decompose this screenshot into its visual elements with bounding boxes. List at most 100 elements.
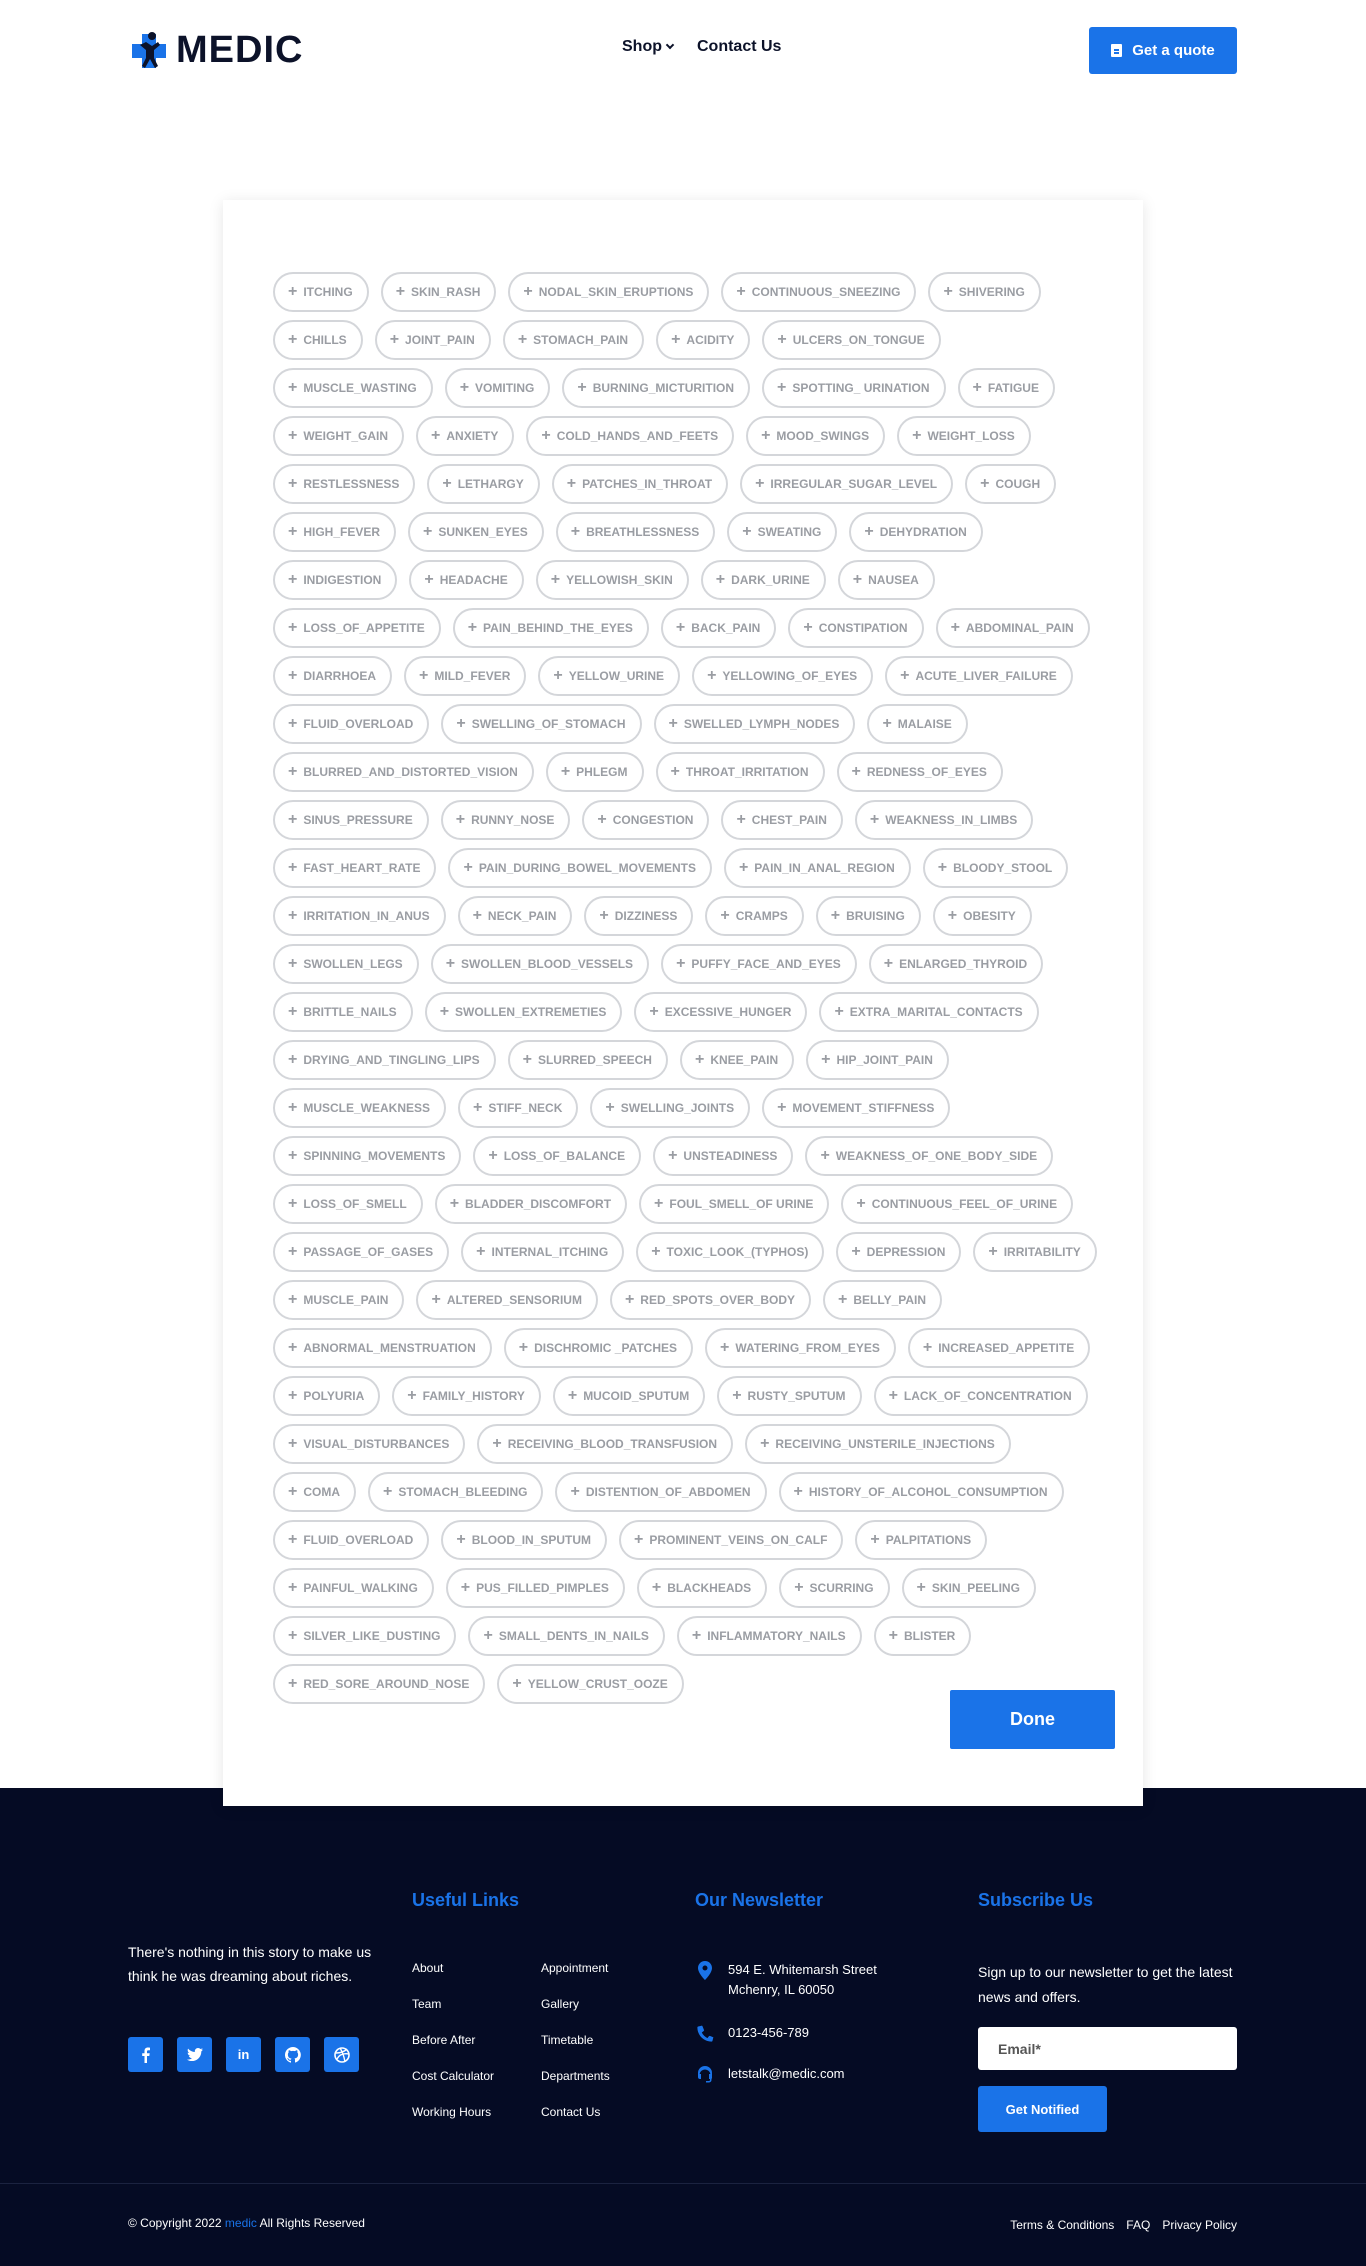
symptom-chip[interactable]: + RED_SORE_AROUND_NOSE <box>273 1664 486 1704</box>
symptom-chip[interactable]: + RESTLESSNESS <box>273 464 416 504</box>
symptom-chip[interactable]: + ANXIETY <box>416 416 515 456</box>
symptom-chip[interactable]: + VISUAL_DISTURBANCES <box>273 1424 466 1464</box>
symptom-chip[interactable]: + ABDOMINAL_PAIN <box>935 608 1090 648</box>
copyright-brand-link[interactable]: medic <box>225 2216 257 2230</box>
symptom-chip[interactable]: + BRUISING <box>815 896 921 936</box>
symptom-chip[interactable]: + INTERNAL_ITCHING <box>461 1232 625 1272</box>
symptom-chip[interactable]: + CRAMPS <box>705 896 804 936</box>
symptom-chip[interactable]: + SWOLLEN_LEGS <box>273 944 419 984</box>
symptom-chip[interactable]: + CHEST_PAIN <box>721 800 843 840</box>
symptom-chip[interactable]: + BLACKHEADS <box>636 1568 768 1608</box>
dribbble-icon[interactable] <box>324 2037 359 2072</box>
symptom-chip[interactable]: + ACIDITY <box>656 320 751 360</box>
symptom-chip[interactable]: + YELLOW_CRUST_OOZE <box>497 1664 684 1704</box>
email-text[interactable]: letstalk@medic.com <box>728 2064 845 2084</box>
footer-link-about[interactable]: About <box>412 1960 494 1977</box>
symptom-chip[interactable]: + ALTERED_SENSORIUM <box>416 1280 598 1320</box>
symptom-chip[interactable]: + CONGESTION <box>582 800 710 840</box>
symptom-chip[interactable]: + KNEE_PAIN <box>679 1040 795 1080</box>
symptom-chip[interactable]: + COUGH <box>965 464 1057 504</box>
symptom-chip[interactable]: + SWELLING_JOINTS <box>590 1088 751 1128</box>
symptom-chip[interactable]: + FOUL_SMELL_OF URINE <box>639 1184 830 1224</box>
symptom-chip[interactable]: + INFLAMMATORY_NAILS <box>676 1616 862 1656</box>
footer-link-departments[interactable]: Departments <box>541 2068 610 2085</box>
symptom-chip[interactable]: + SPOTTING_ URINATION <box>762 368 946 408</box>
symptom-chip[interactable]: + PATCHES_IN_THROAT <box>551 464 729 504</box>
privacy-policy-link[interactable]: Privacy Policy <box>1162 2217 1237 2234</box>
symptom-chip[interactable]: + MILD_FEVER <box>404 656 527 696</box>
symptom-chip[interactable]: + YELLOW_URINE <box>538 656 681 696</box>
symptom-chip[interactable]: + BLOODY_STOOL <box>922 848 1069 888</box>
symptom-chip[interactable]: + BLADDER_DISCOMFORT <box>434 1184 628 1224</box>
symptom-chip[interactable]: + RUSTY_SPUTUM <box>717 1376 862 1416</box>
symptom-chip[interactable]: + DRYING_AND_TINGLING_LIPS <box>273 1040 496 1080</box>
symptom-chip[interactable]: + WEAKNESS_IN_LIMBS <box>854 800 1034 840</box>
symptom-chip[interactable]: + DIZZINESS <box>584 896 694 936</box>
symptom-chip[interactable]: + BLISTER <box>873 1616 972 1656</box>
symptom-chip[interactable]: + TOXIC_LOOK_(TYPHOS) <box>636 1232 825 1272</box>
symptom-chip[interactable]: + SUNKEN_EYES <box>408 512 544 552</box>
symptom-chip[interactable]: + FAMILY_HISTORY <box>392 1376 541 1416</box>
symptom-chip[interactable]: + DIARRHOEA <box>273 656 393 696</box>
symptom-chip[interactable]: + SWEATING <box>727 512 838 552</box>
symptom-chip[interactable]: + HIP_JOINT_PAIN <box>806 1040 949 1080</box>
symptom-chip[interactable]: + BREATHLESSNESS <box>555 512 716 552</box>
symptom-chip[interactable]: + DARK_URINE <box>700 560 826 600</box>
symptom-chip[interactable]: + ENLARGED_THYROID <box>868 944 1044 984</box>
symptom-chip[interactable]: + COLD_HANDS_AND_FEETS <box>526 416 735 456</box>
symptom-chip[interactable]: + POLYURIA <box>273 1376 381 1416</box>
symptom-chip[interactable]: + NODAL_SKIN_ERUPTIONS <box>508 272 710 312</box>
symptom-chip[interactable]: + SINUS_PRESSURE <box>273 800 429 840</box>
symptom-chip[interactable]: + FLUID_OVERLOAD <box>273 1520 430 1560</box>
symptom-chip[interactable]: + FAST_HEART_RATE <box>273 848 437 888</box>
symptom-chip[interactable]: + BLURRED_AND_DISTORTED_VISION <box>273 752 534 792</box>
symptom-chip[interactable]: + STIFF_NECK <box>458 1088 579 1128</box>
symptom-chip[interactable]: + SCURRING <box>779 1568 890 1608</box>
symptom-chip[interactable]: + HISTORY_OF_ALCOHOL_CONSUMPTION <box>778 1472 1064 1512</box>
symptom-chip[interactable]: + YELLOWING_OF_EYES <box>692 656 874 696</box>
footer-link-working-hours[interactable]: Working Hours <box>412 2104 494 2121</box>
symptom-chip[interactable]: + FATIGUE <box>957 368 1055 408</box>
symptom-chip[interactable]: + SILVER_LIKE_DUSTING <box>273 1616 457 1656</box>
symptom-chip[interactable]: + IRRITATION_IN_ANUS <box>273 896 446 936</box>
symptom-chip[interactable]: + MUSCLE_WEAKNESS <box>273 1088 447 1128</box>
symptom-chip[interactable]: + MALAISE <box>867 704 968 744</box>
symptom-chip[interactable]: + UNSTEADINESS <box>653 1136 794 1176</box>
get-notified-button[interactable]: Get Notified <box>978 2086 1107 2132</box>
footer-link-gallery[interactable]: Gallery <box>541 1996 610 2013</box>
symptom-chip[interactable]: + VOMITING <box>444 368 551 408</box>
symptom-chip[interactable]: + SMALL_DENTS_IN_NAILS <box>468 1616 665 1656</box>
done-button[interactable]: Done <box>950 1690 1115 1749</box>
symptom-chip[interactable]: + COMA <box>273 1472 357 1512</box>
symptom-chip[interactable]: + SWELLING_OF_STOMACH <box>441 704 642 744</box>
symptom-chip[interactable]: + PUS_FILLED_PIMPLES <box>445 1568 625 1608</box>
symptom-chip[interactable]: + MUSCLE_WASTING <box>273 368 433 408</box>
email-field[interactable] <box>978 2027 1237 2070</box>
symptom-chip[interactable]: + PALPITATIONS <box>855 1520 988 1560</box>
logo[interactable]: MEDIC <box>128 28 303 72</box>
symptom-chip[interactable]: + IRRITABILITY <box>973 1232 1097 1272</box>
symptom-chip[interactable]: + FLUID_OVERLOAD <box>273 704 430 744</box>
symptom-chip[interactable]: + YELLOWISH_SKIN <box>535 560 689 600</box>
symptom-chip[interactable]: + SLURRED_SPEECH <box>507 1040 668 1080</box>
symptom-chip[interactable]: + LACK_OF_CONCENTRATION <box>873 1376 1088 1416</box>
nav-shop[interactable]: Shop <box>622 38 675 56</box>
footer-link-cost-calculator[interactable]: Cost Calculator <box>412 2068 494 2085</box>
symptom-chip[interactable]: + CONTINUOUS_FEEL_OF_URINE <box>841 1184 1074 1224</box>
symptom-chip[interactable]: + DEPRESSION <box>836 1232 962 1272</box>
symptom-chip[interactable]: + LOSS_OF_APPETITE <box>273 608 441 648</box>
symptom-chip[interactable]: + MUCOID_SPUTUM <box>552 1376 706 1416</box>
symptom-chip[interactable]: + CONTINUOUS_SNEEZING <box>721 272 917 312</box>
symptom-chip[interactable]: + WEIGHT_GAIN <box>273 416 405 456</box>
symptom-chip[interactable]: + PROMINENT_VEINS_ON_CALF <box>619 1520 844 1560</box>
symptom-chip[interactable]: + BLOOD_IN_SPUTUM <box>441 1520 608 1560</box>
symptom-chip[interactable]: + SWELLED_LYMPH_NODES <box>653 704 856 744</box>
symptom-chip[interactable]: + RECEIVING_BLOOD_TRANSFUSION <box>477 1424 734 1464</box>
get-a-quote-button[interactable]: Get a quote <box>1089 27 1237 74</box>
symptom-chip[interactable]: + LOSS_OF_BALANCE <box>473 1136 642 1176</box>
symptom-chip[interactable]: + NAUSEA <box>837 560 935 600</box>
nav-contact-us[interactable]: Contact Us <box>697 38 781 56</box>
footer-link-before-after[interactable]: Before After <box>412 2032 494 2049</box>
symptom-chip[interactable]: + PAINFUL_WALKING <box>273 1568 434 1608</box>
symptom-chip[interactable]: + PAIN_BEHIND_THE_EYES <box>452 608 649 648</box>
